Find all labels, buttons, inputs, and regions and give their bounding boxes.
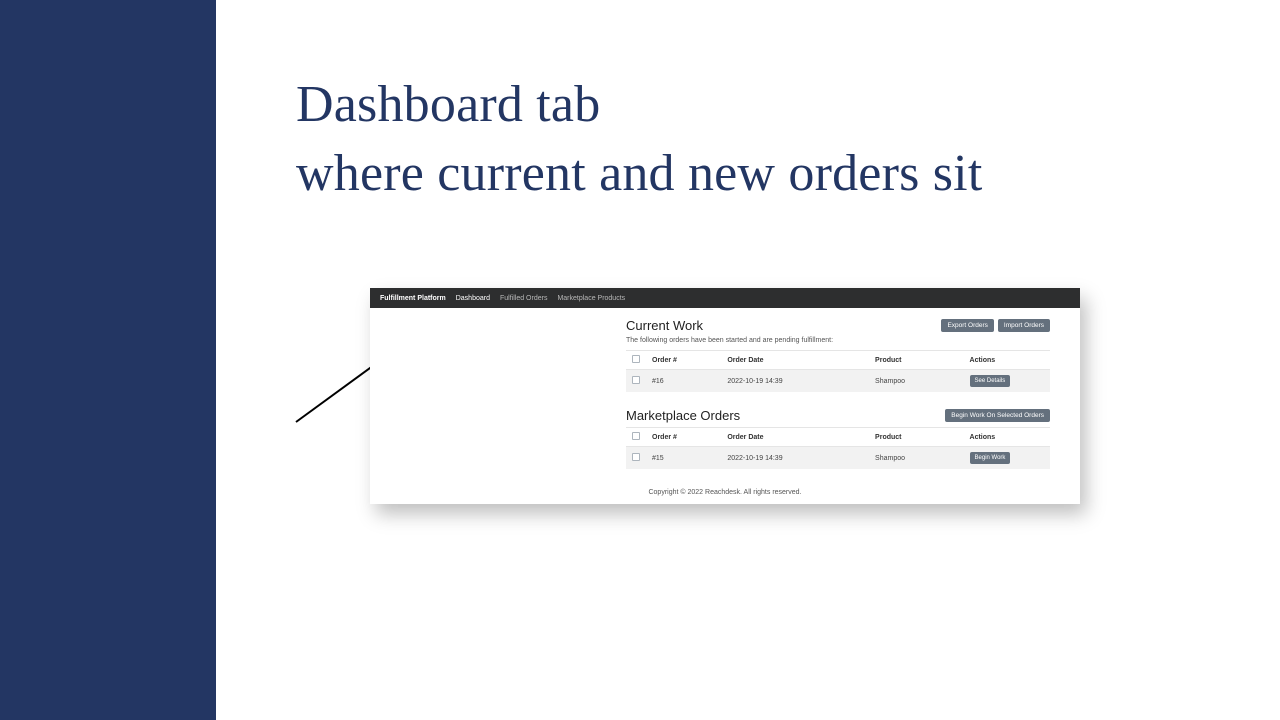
marketplace-header-row: Marketplace Orders Begin Work On Selecte… [626, 408, 1050, 423]
col-product: Product [869, 428, 963, 447]
table-row: #15 2022-10-19 14:39 Shampoo Begin Work [626, 447, 1050, 470]
export-orders-button[interactable]: Export Orders [941, 319, 993, 332]
table-header-row: Order # Order Date Product Actions [626, 428, 1050, 447]
headline-line-1: Dashboard tab [296, 70, 982, 139]
row-checkbox[interactable] [632, 453, 640, 461]
slide: Dashboard tab where current and new orde… [0, 0, 1280, 720]
slide-headline: Dashboard tab where current and new orde… [296, 70, 982, 208]
cell-product: Shampoo [869, 447, 963, 470]
select-all-checkbox[interactable] [632, 432, 640, 440]
begin-work-selected-button[interactable]: Begin Work On Selected Orders [945, 409, 1050, 422]
nav-brand[interactable]: Fulfillment Platform [380, 295, 446, 302]
col-date: Order Date [721, 351, 869, 370]
see-details-button[interactable]: See Details [970, 375, 1011, 387]
marketplace-title: Marketplace Orders [626, 408, 740, 423]
cell-order: #15 [646, 447, 721, 470]
import-orders-button[interactable]: Import Orders [998, 319, 1050, 332]
select-all-checkbox[interactable] [632, 355, 640, 363]
nav-marketplace-products[interactable]: Marketplace Products [557, 295, 625, 302]
current-work-table: Order # Order Date Product Actions #16 2… [626, 350, 1050, 392]
current-work-subtitle: The following orders have been started a… [626, 337, 1050, 344]
current-work-header-row: Current Work Export Orders Import Orders [626, 318, 1050, 333]
export-import-group: Export Orders Import Orders [941, 319, 1050, 332]
top-nav: Fulfillment Platform Dashboard Fulfilled… [370, 288, 1080, 308]
col-date: Order Date [721, 428, 869, 447]
app-body: Current Work Export Orders Import Orders… [370, 308, 1080, 504]
left-stripe [0, 0, 216, 720]
col-product: Product [869, 351, 963, 370]
headline-line-2: where current and new orders sit [296, 139, 982, 208]
col-actions: Actions [964, 428, 1050, 447]
col-actions: Actions [964, 351, 1050, 370]
marketplace-table: Order # Order Date Product Actions #15 2… [626, 427, 1050, 469]
cell-product: Shampoo [869, 370, 963, 393]
footer-copyright: Copyright © 2022 Reachdesk. All rights r… [370, 489, 1080, 496]
current-work-title: Current Work [626, 318, 703, 333]
nav-fulfilled-orders[interactable]: Fulfilled Orders [500, 295, 547, 302]
cell-order: #16 [646, 370, 721, 393]
cell-date: 2022-10-19 14:39 [721, 370, 869, 393]
col-order: Order # [646, 428, 721, 447]
table-row: #16 2022-10-19 14:39 Shampoo See Details [626, 370, 1050, 393]
table-header-row: Order # Order Date Product Actions [626, 351, 1050, 370]
col-order: Order # [646, 351, 721, 370]
nav-dashboard[interactable]: Dashboard [456, 295, 490, 302]
row-checkbox[interactable] [632, 376, 640, 384]
app-screenshot: Fulfillment Platform Dashboard Fulfilled… [370, 288, 1080, 504]
begin-work-button[interactable]: Begin Work [970, 452, 1011, 464]
cell-date: 2022-10-19 14:39 [721, 447, 869, 470]
